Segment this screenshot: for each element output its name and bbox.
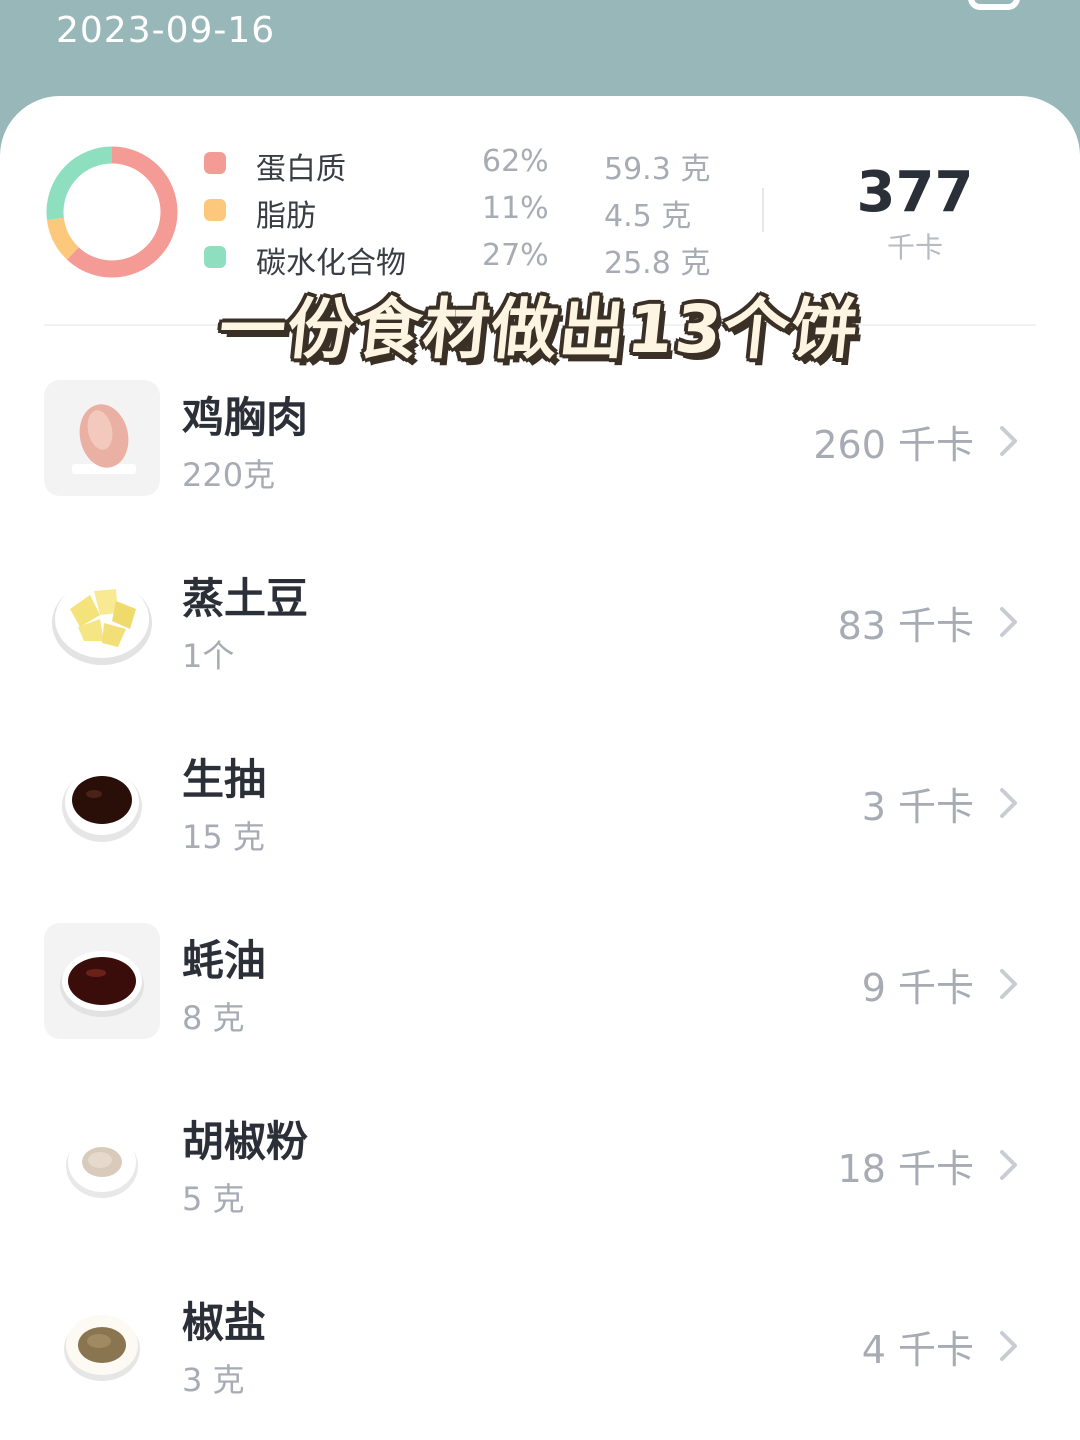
pepper-salt-photo <box>44 1285 160 1401</box>
ingredient-kcal: 3 千卡 <box>861 785 974 829</box>
chevron-right-icon <box>1000 1150 1017 1180</box>
ingredient-kcal: 18 千卡 <box>837 1147 974 1191</box>
chevron-right-icon <box>1000 788 1017 818</box>
ingredient-amount: 3 克 <box>182 1361 245 1399</box>
ingredient-kcal: 4 千卡 <box>861 1328 974 1372</box>
ingredient-name: 鸡胸肉 <box>182 393 309 442</box>
macro-percent: 27% <box>482 238 549 273</box>
carbs-color-dot <box>204 246 226 268</box>
fat-color-dot <box>204 199 226 221</box>
chevron-right-icon <box>1000 607 1017 637</box>
oyster-sauce-photo <box>44 923 160 1039</box>
ingredient-name: 蚝油 <box>182 936 267 985</box>
macro-name: 脂肪 <box>256 199 316 234</box>
pepper-powder-photo <box>44 1104 160 1220</box>
macro-percent: 62% <box>482 144 549 179</box>
steamed-potato-photo <box>44 561 160 677</box>
ingredient-item[interactable]: 蚝油 8 克 9 千卡 <box>0 923 1080 1093</box>
ingredient-kcal: 83 千卡 <box>837 604 974 648</box>
macro-donut-chart <box>46 146 178 278</box>
overlay-caption: 一份食材做出13个饼 <box>215 291 864 368</box>
chicken-breast-photo <box>44 380 160 496</box>
ingredient-kcal: 260 千卡 <box>813 423 974 467</box>
date-label: 2023-09-16 <box>56 10 276 51</box>
chevron-right-icon <box>1000 969 1017 999</box>
ingredient-kcal: 9 千卡 <box>861 966 974 1010</box>
ingredient-name: 胡椒粉 <box>182 1117 309 1166</box>
ingredient-amount: 15 克 <box>182 818 265 856</box>
ingredient-amount: 1个 <box>182 637 235 675</box>
ingredient-amount: 5 克 <box>182 1180 245 1218</box>
macro-percent: 11% <box>482 191 549 226</box>
ingredient-item[interactable]: 蒸土豆 1个 83 千卡 <box>0 561 1080 731</box>
ingredient-item[interactable]: 生抽 15 克 3 千卡 <box>0 742 1080 912</box>
macro-name: 蛋白质 <box>256 152 346 187</box>
total-kcal-unit: 千卡 <box>886 231 943 264</box>
macro-row-carbs: 碳水化合物 27% 25.8 克 <box>204 238 744 281</box>
ingredient-name: 椒盐 <box>182 1298 267 1347</box>
macro-grams: 59.3 克 <box>604 152 711 187</box>
ingredient-item[interactable]: 胡椒粉 5 克 18 千卡 <box>0 1104 1080 1274</box>
ingredient-amount: 220克 <box>182 456 276 494</box>
ingredient-item[interactable]: 椒盐 3 克 4 千卡 <box>0 1285 1080 1440</box>
ingredient-amount: 8 克 <box>182 999 245 1037</box>
ingredient-name: 生抽 <box>182 755 267 804</box>
chevron-right-icon <box>1000 426 1017 456</box>
protein-color-dot <box>204 152 226 174</box>
chevron-right-icon <box>1000 1331 1017 1361</box>
nutrition-card: 蛋白质 62% 59.3 克 脂肪 11% 4.5 克 碳水化合物 27% 25… <box>0 96 1080 1440</box>
macro-row-protein: 蛋白质 62% 59.3 克 <box>204 144 744 187</box>
ingredient-name: 蒸土豆 <box>182 574 309 623</box>
share-icon[interactable] <box>968 0 1020 10</box>
soy-sauce-photo <box>44 742 160 858</box>
summary-divider <box>762 188 764 232</box>
total-kcal: 377 <box>856 160 974 225</box>
macro-row-fat: 脂肪 11% 4.5 克 <box>204 191 744 234</box>
macro-grams: 4.5 克 <box>604 199 692 234</box>
ingredient-item[interactable]: 鸡胸肉 220克 260 千卡 <box>0 380 1080 550</box>
